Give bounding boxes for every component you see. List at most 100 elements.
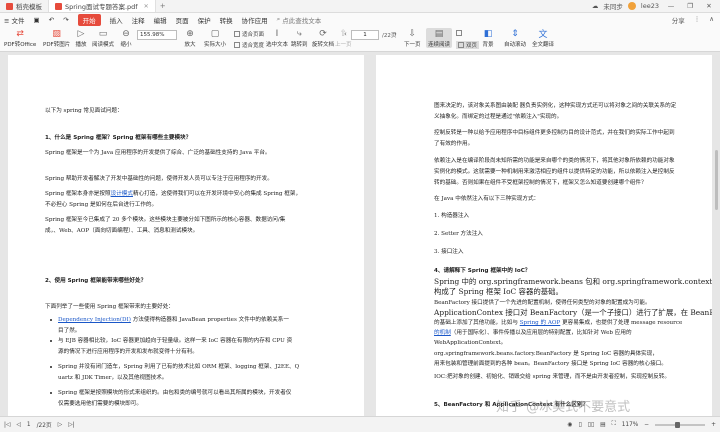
zoom-slider[interactable] [655, 421, 706, 428]
cloud-icon: ☁ [591, 2, 599, 10]
menu-protect[interactable]: 保护 [198, 15, 211, 25]
ribbon-toolbar: ⇄ PDF转Office ▨ PDF转图片 ▷ 播放 ▭ 阅读模式 ⊖ 缩小 1… [0, 26, 720, 52]
zoom-out-button[interactable]: ⊖ 缩小 [120, 28, 132, 49]
fit-page-option[interactable]: 适合页面 [234, 30, 264, 38]
jump-icon: ⤷ [296, 28, 302, 39]
zoom-input[interactable]: 155.98% [137, 30, 177, 40]
paragraph-line: Spring 帮助开发者解决了开发中基础性的问题，使得开发人员可以专注于应用程序… [45, 176, 273, 182]
paragraph-line: 图来决定的，该对象关系图由装配 器负责实例化，这种实现方式还可以将对象之间的关联… [434, 103, 677, 109]
play-button[interactable]: ▷ 播放 [75, 28, 87, 49]
tab-spring-pdf[interactable]: Spring面试专题答案.pdf ✕ [49, 0, 156, 12]
list-item: 2. Setter 方法注入 [434, 231, 483, 237]
scrollbar-thumb[interactable] [715, 150, 718, 210]
background-button[interactable]: ◧ 背景 [482, 28, 494, 49]
list-item-continued: 源的情况下进行应用程序的开发和发布就变得十分有利。 [58, 349, 198, 355]
document-area[interactable]: 以下为 spring 常见面试问题： 1、什么是 Spring 框架？Sprin… [0, 52, 720, 416]
zoom-level[interactable]: 117% [622, 422, 639, 428]
menu-annotate[interactable]: 注释 [132, 15, 145, 25]
actual-size-button[interactable]: ▢ 实际大小 [204, 28, 226, 49]
first-page-button[interactable]: |◁ [4, 422, 10, 428]
tab-label: 稻壳模板 [16, 3, 42, 11]
actual-size-icon: ▢ [210, 28, 220, 39]
background-icon: ◧ [483, 28, 493, 39]
docer-icon [6, 2, 13, 10]
first-page-icon[interactable]: ‹ [344, 30, 347, 38]
design-pattern-link[interactable]: 设计模式 [111, 191, 133, 197]
close-tab-icon[interactable]: ✕ [144, 3, 149, 10]
zoom-minus-button[interactable]: − [644, 422, 649, 428]
double-page-option[interactable]: 双页 [456, 41, 480, 49]
zoom-in-button[interactable]: ⊕ 放大 [184, 28, 196, 49]
more-icon[interactable]: ⋮ [694, 15, 701, 25]
find-text-box[interactable]: ⌕ 点此查找文本 [277, 15, 322, 25]
minimize-button[interactable]: — [664, 2, 678, 10]
next-page-button[interactable]: ⇩ 下一页 [404, 28, 421, 49]
mechanism-link[interactable]: 的机制 [434, 330, 451, 336]
last-page-button[interactable]: ▷| [68, 422, 74, 428]
page-number-input[interactable]: 1 [351, 30, 379, 40]
fit-width-option[interactable]: 适合宽度 [234, 41, 264, 49]
user-name[interactable]: lee23 [641, 2, 659, 10]
menu-collab-apps[interactable]: 协作应用 [242, 15, 268, 25]
vertical-scrollbar[interactable] [714, 54, 719, 414]
single-page-icon [456, 30, 462, 36]
prev-page-button[interactable]: ◁ [16, 422, 20, 428]
paragraph-line: ApplicationContex 接口对 BeanFactory（是一个子接口… [434, 308, 712, 317]
pdf-to-office-button[interactable]: ⇄ PDF转Office [4, 28, 36, 49]
redo-icon[interactable]: ↷ [63, 16, 68, 24]
double-view-icon[interactable]: ▯▯ [588, 422, 594, 428]
sync-status[interactable]: 未同步 [603, 1, 623, 11]
rotate-doc-button[interactable]: ⟳ 旋转文档 [312, 28, 334, 49]
arrow-down-icon: ⇩ [408, 28, 417, 39]
menu-page[interactable]: 页面 [176, 15, 189, 25]
dependency-injection-link[interactable]: Dependency Injection(DI) [58, 317, 131, 323]
pdf-to-image-button[interactable]: ▨ PDF转图片 [43, 28, 70, 49]
zoom-slider-knob[interactable] [675, 421, 681, 428]
undo-icon[interactable]: ↶ [49, 16, 54, 24]
menu-edit[interactable]: 编辑 [154, 15, 167, 25]
intro-line: 以下为 spring 常见面试问题： [45, 108, 123, 114]
rotate-icon: ⟳ [319, 28, 327, 39]
menu-insert[interactable]: 插入 [110, 15, 123, 25]
status-bar: |◁ ◁ 1 /22页 ▷ ▷| ◉ ▯ ▯▯ ▤ ⛶ 117% − + [0, 416, 720, 432]
menu-start[interactable]: 开始 [77, 13, 101, 26]
tab-label: Spring面试专题答案.pdf [65, 3, 138, 11]
last-page-icon[interactable]: › [394, 30, 397, 38]
fit-page-icon [234, 31, 240, 37]
paragraph-line: 依赖注入是在编译阶段尚未知所需的功能是来自哪个的类的情况下，将其他对象所依赖的功… [434, 158, 675, 164]
collapse-ribbon-icon[interactable]: ∧ [709, 15, 714, 25]
play-icon: ▷ [77, 28, 85, 39]
pdf-page-2: 图来决定的，该对象关系图由装配 器负责实例化，这种实现方式还可以将对象之间的关联… [376, 55, 712, 416]
eye-icon[interactable]: ◉ [568, 422, 573, 428]
continuous-reading-button[interactable]: ▤ 连续阅读 [426, 28, 453, 48]
jump-to-button[interactable]: ⤷ 跳转到 [291, 28, 308, 49]
paragraph-line: 了有效的作用。 [434, 141, 474, 147]
menu-convert[interactable]: 转换 [220, 15, 233, 25]
bullet-icon [50, 366, 53, 369]
paragraph-line: 义抽象化。而绑定的过程是通过"依赖注入"实现的。 [434, 114, 563, 120]
fullscreen-icon[interactable]: ⛶ [612, 421, 616, 428]
auto-scroll-button[interactable]: ⇕ 自动滚动 [504, 28, 526, 49]
single-page-option[interactable] [456, 30, 462, 36]
new-tab-button[interactable]: + [156, 0, 170, 12]
ordered-text-button[interactable]: Ⅰ 选中文本 [266, 28, 288, 49]
close-button[interactable]: ✕ [702, 2, 716, 10]
tab-docer-templates[interactable]: 稻壳模板 [0, 0, 49, 12]
scroll-view-icon[interactable]: ▤ [600, 422, 605, 428]
auto-scroll-icon: ⇕ [511, 28, 519, 39]
zoom-plus-button[interactable]: + [711, 422, 716, 428]
spring-aop-link[interactable]: Spring 的 AOP [520, 320, 561, 326]
maximize-button[interactable]: ❐ [683, 2, 697, 10]
quick-save-icon[interactable]: ▣ [34, 16, 40, 24]
file-menu[interactable]: ≡ 文件 [4, 15, 25, 25]
heading-q2: 2、使用 Spring 框架能带来哪些好处？ [45, 278, 147, 284]
list-item-continued: uartz 和 JDK Timer，以及其他视图技术。 [58, 375, 168, 381]
paragraph-line: 用来包装和管理前面提到的各种 bean。BeanFactory 接口是 Spri… [434, 361, 667, 367]
current-page[interactable]: 1 [27, 422, 31, 428]
avatar[interactable] [627, 2, 636, 10]
read-mode-button[interactable]: ▭ 阅读模式 [92, 28, 114, 49]
share-button[interactable]: 分享 [672, 15, 685, 25]
full-translate-button[interactable]: 文 全文翻译 [532, 28, 554, 48]
next-page-status-button[interactable]: ▷ [58, 422, 62, 428]
single-view-icon[interactable]: ▯ [579, 422, 582, 428]
